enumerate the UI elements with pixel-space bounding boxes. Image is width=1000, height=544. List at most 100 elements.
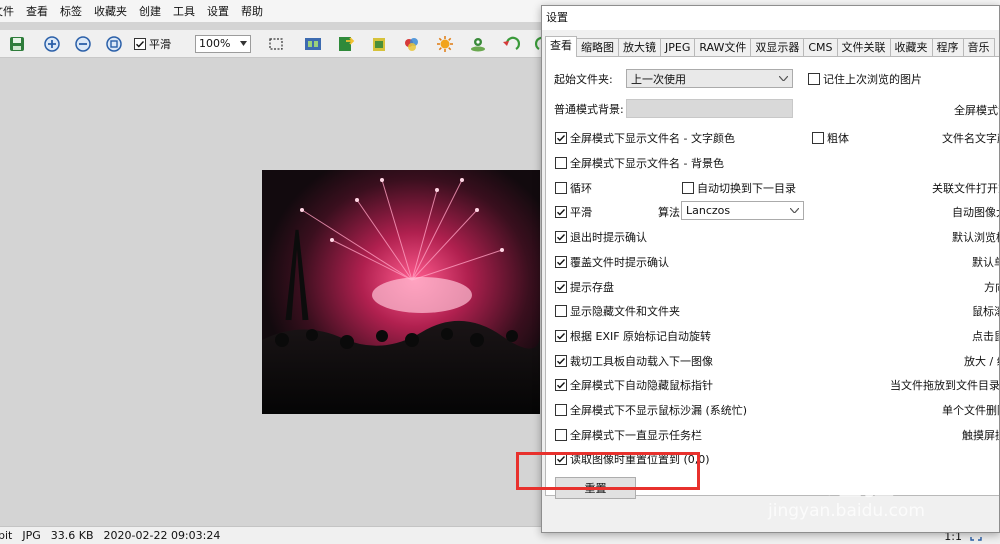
- status-file-size: 33.6 KB: [50, 529, 94, 542]
- zoom-out-icon[interactable]: [72, 34, 94, 54]
- brightness-icon[interactable]: [434, 34, 456, 54]
- algorithm-label: 算法:: [658, 206, 684, 219]
- option-checkbox[interactable]: [555, 132, 567, 144]
- checkmark-icon: [557, 259, 566, 266]
- option-label: 全屏模式下显示文件名 - 背景色: [570, 157, 724, 170]
- tab-raw[interactable]: RAW文件: [694, 38, 752, 56]
- option-checkbox[interactable]: [555, 157, 567, 169]
- zoom-value: 100%: [199, 37, 231, 50]
- menu-view[interactable]: 查看: [20, 3, 54, 19]
- dialog-title: 设置: [542, 6, 999, 30]
- export-icon[interactable]: [335, 34, 357, 54]
- right-setting-label: 当文件拖放到文件目录树: [890, 379, 1000, 392]
- tab-magnifier[interactable]: 放大镜: [618, 38, 661, 56]
- save-icon[interactable]: [6, 34, 28, 54]
- checkmark-icon: [557, 382, 566, 389]
- option-row[interactable]: 循环: [555, 180, 592, 196]
- bold-checkbox[interactable]: [812, 132, 824, 144]
- option-checkbox[interactable]: [555, 281, 567, 293]
- tab-file-association[interactable]: 文件关联: [836, 38, 891, 56]
- menu-help[interactable]: 帮助: [235, 3, 269, 19]
- option-checkbox[interactable]: [555, 182, 567, 194]
- selection-icon[interactable]: [265, 34, 287, 54]
- option-row[interactable]: 全屏模式下显示文件名 - 文字颜色: [555, 130, 735, 146]
- option-checkbox[interactable]: [555, 330, 567, 342]
- menu-tools[interactable]: 工具: [167, 3, 201, 19]
- algorithm-select[interactable]: Lanczos: [681, 201, 804, 220]
- option-checkbox[interactable]: [555, 256, 567, 268]
- option-checkbox[interactable]: [555, 206, 567, 218]
- menu-favorites[interactable]: 收藏夹: [88, 3, 133, 19]
- right-setting-label: 点击鼠: [972, 330, 999, 343]
- tab-music[interactable]: 音乐: [962, 38, 995, 56]
- bold-row[interactable]: 粗体: [812, 130, 849, 146]
- checkmark-icon: [557, 358, 566, 365]
- start-folder-select[interactable]: 上一次使用: [626, 69, 793, 88]
- option-label: 平滑: [570, 206, 592, 219]
- option-checkbox[interactable]: [555, 305, 567, 317]
- checkmark-icon: [557, 284, 566, 291]
- right-setting-label: 鼠标滚: [972, 305, 999, 318]
- option-row[interactable]: 退出时提示确认: [555, 229, 647, 245]
- tab-cms[interactable]: CMS: [803, 38, 838, 56]
- checkmark-icon: [557, 135, 566, 142]
- checkmark-icon: [557, 333, 566, 340]
- color-balance-icon[interactable]: [401, 34, 423, 54]
- batch-icon[interactable]: [368, 34, 390, 54]
- smooth-toggle[interactable]: 平滑: [134, 36, 171, 52]
- right-setting-label: 文件名文字颜: [942, 132, 999, 145]
- auto-next-folder-row[interactable]: 自动切换到下一目录: [682, 180, 796, 196]
- smooth-checkbox[interactable]: [134, 37, 146, 50]
- option-label: 循环: [570, 182, 592, 195]
- rotate-left-icon[interactable]: [500, 34, 522, 54]
- menu-create[interactable]: 创建: [133, 3, 167, 19]
- option-checkbox[interactable]: [555, 429, 567, 441]
- remember-last-row[interactable]: 记住上次浏览的图片: [808, 71, 922, 87]
- option-checkbox[interactable]: [555, 379, 567, 391]
- menu-tags[interactable]: 标签: [54, 3, 88, 19]
- option-label: 全屏模式下不显示鼠标沙漏 (系统忙): [570, 404, 748, 417]
- option-label: 裁切工具板自动载入下一图像: [570, 355, 713, 368]
- zoom-select[interactable]: 100%: [195, 34, 251, 53]
- tab-thumbnails[interactable]: 缩略图: [576, 38, 619, 56]
- tab-favorites[interactable]: 收藏夹: [889, 38, 933, 56]
- filmstrip-icon[interactable]: [302, 34, 324, 54]
- zoom-in-icon[interactable]: [41, 34, 63, 54]
- option-checkbox[interactable]: [555, 231, 567, 243]
- status-file-type: JPG: [22, 529, 41, 542]
- view-settings-panel: 起始文件夹: 上一次使用 记住上次浏览的图片 普通模式背景: 全屏模式下显示文件…: [545, 56, 1000, 496]
- option-row[interactable]: 显示隐藏文件和文件夹: [555, 303, 680, 319]
- smooth-label: 平滑: [149, 37, 171, 51]
- option-label: 覆盖文件时提示确认: [570, 256, 669, 269]
- normal-bg-label: 普通模式背景:: [554, 103, 624, 116]
- option-row[interactable]: 全屏模式下自动隐藏鼠标指针: [555, 377, 713, 393]
- tab-programs[interactable]: 程序: [931, 38, 964, 56]
- checkmark-icon: [557, 234, 566, 241]
- tab-jpeg[interactable]: JPEG: [660, 38, 696, 56]
- option-row[interactable]: 提示存盘: [555, 279, 614, 295]
- right-setting-label: 默认单: [972, 256, 999, 269]
- option-row[interactable]: 全屏模式下显示文件名 - 背景色: [555, 155, 724, 171]
- auto-next-folder-label: 自动切换到下一目录: [697, 182, 796, 195]
- menu-settings[interactable]: 设置: [201, 3, 235, 19]
- tab-dual-monitor[interactable]: 双显示器: [750, 38, 805, 56]
- menu-file[interactable]: 文件: [0, 3, 20, 19]
- chevron-down-icon: [790, 208, 799, 213]
- fit-window-icon[interactable]: [103, 34, 125, 54]
- option-label: 显示隐藏文件和文件夹: [570, 305, 680, 318]
- option-row[interactable]: 根据 EXIF 原始标记自动旋转: [555, 328, 711, 344]
- option-row[interactable]: 覆盖文件时提示确认: [555, 254, 669, 270]
- normal-bg-color-swatch[interactable]: [626, 99, 793, 118]
- auto-next-folder-checkbox[interactable]: [682, 182, 694, 194]
- checkmark-icon: [557, 209, 566, 216]
- option-row[interactable]: 全屏模式下一直显示任务栏: [555, 427, 702, 443]
- remember-last-checkbox[interactable]: [808, 73, 820, 85]
- location-icon[interactable]: [467, 34, 489, 54]
- option-checkbox[interactable]: [555, 355, 567, 367]
- option-checkbox[interactable]: [555, 404, 567, 416]
- chevron-down-icon: [779, 76, 788, 81]
- option-row[interactable]: 全屏模式下不显示鼠标沙漏 (系统忙): [555, 402, 747, 418]
- option-row[interactable]: 平滑: [555, 204, 592, 220]
- tab-view[interactable]: 查看: [545, 36, 577, 57]
- option-row[interactable]: 裁切工具板自动载入下一图像: [555, 353, 713, 369]
